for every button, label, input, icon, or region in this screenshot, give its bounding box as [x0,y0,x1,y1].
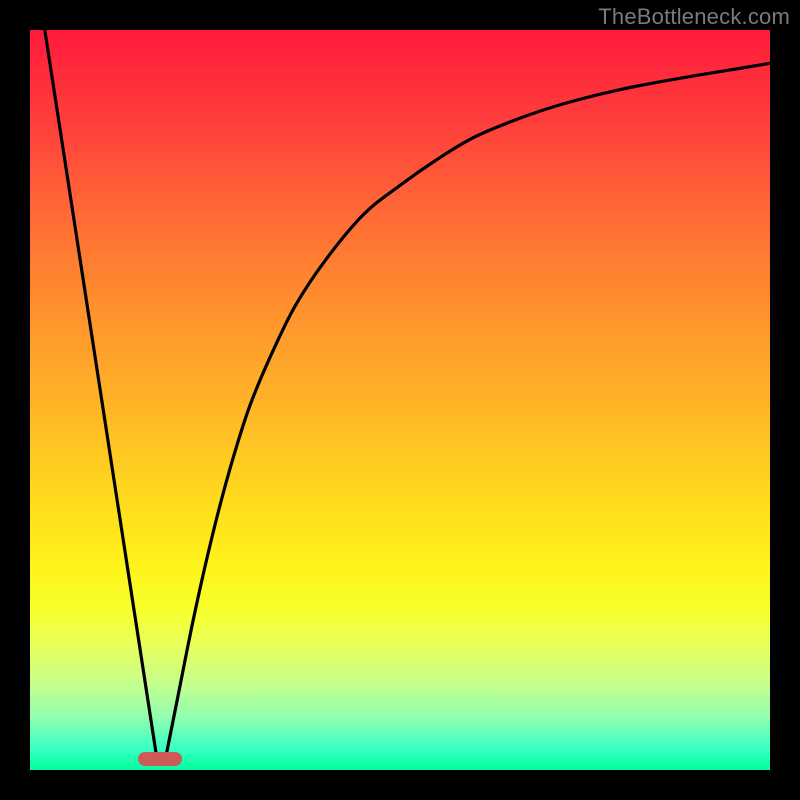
optimum-marker [138,752,182,766]
plot-area [30,30,770,770]
curve-left-branch [45,30,156,752]
curve-layer [30,30,770,770]
curve-right-branch [167,63,770,751]
watermark-text: TheBottleneck.com [598,4,790,30]
chart-frame: TheBottleneck.com [0,0,800,800]
